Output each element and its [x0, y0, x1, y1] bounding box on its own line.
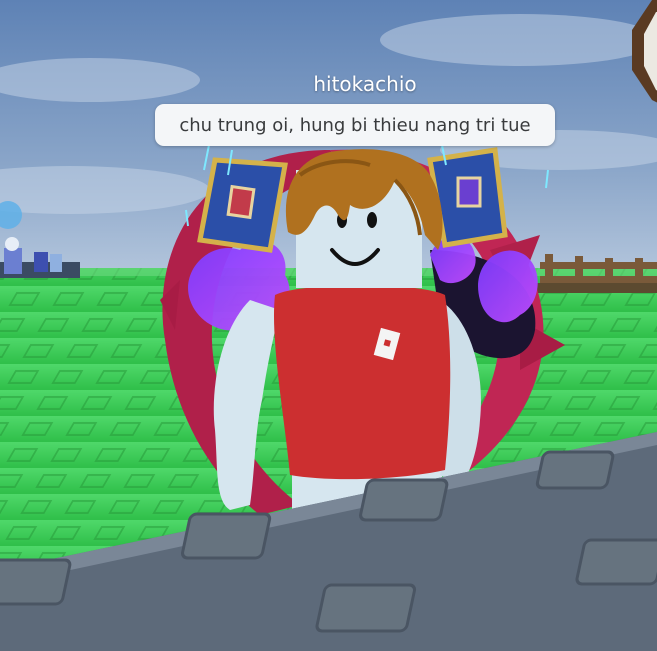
- game-viewport[interactable]: [0, 0, 657, 651]
- blue-wing-left: [197, 157, 288, 253]
- chat-bubble: chu trung oi, hung bi thieu nang tri tue: [155, 104, 555, 146]
- player-nametag: hitokachio: [313, 72, 417, 96]
- menu-button-icon[interactable]: [632, 0, 657, 110]
- chat-bubble-text: chu trung oi, hung bi thieu nang tri tue: [179, 114, 531, 136]
- red-shirt: [273, 285, 451, 480]
